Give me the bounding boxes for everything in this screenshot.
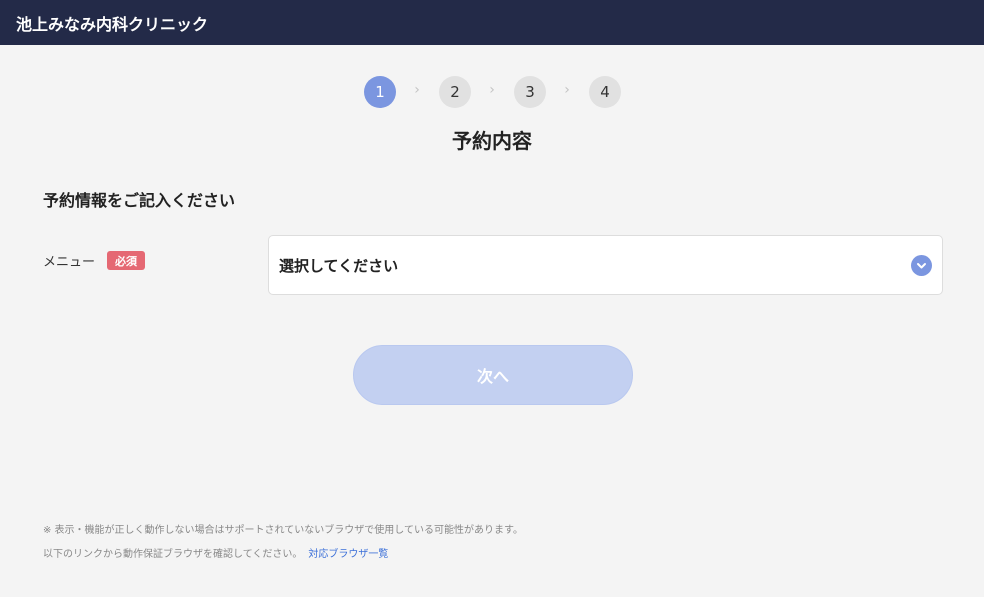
menu-label: メニュー [43,255,96,270]
step-number: 3 [525,83,535,101]
required-badge: 必須 [107,251,145,270]
step-number: 2 [450,83,460,101]
section-title: 予約情報をご記入ください [43,191,236,210]
progress-stepper: 1 › 2 › 3 › 4 [0,76,984,108]
browser-note-2: 以下のリンクから動作保証ブラウザを確認してください。 対応ブラウザ一覧 [43,545,388,560]
browser-note-text: 以下のリンクから動作保証ブラウザを確認してください。 [43,549,303,560]
page-title: 予約内容 [452,129,532,153]
step-4: 4 [589,76,621,108]
menu-select[interactable]: 選択してください [268,235,943,295]
app-header: 池上みなみ内科クリニック [0,0,984,45]
next-button[interactable]: 次へ [353,345,633,405]
step-3: 3 [514,76,546,108]
step-number: 4 [600,83,610,101]
step-1: 1 [364,76,396,108]
chevron-right-icon: › [489,82,495,98]
step-2: 2 [439,76,471,108]
browser-note: ※ 表示・機能が正しく動作しない場合はサポートされていないブラウザで使用している… [43,525,523,536]
chevron-right-icon: › [414,82,420,98]
step-number: 1 [375,83,385,101]
supported-browsers-link[interactable]: 対応ブラウザ一覧 [308,549,388,560]
clinic-title: 池上みなみ内科クリニック [16,14,209,34]
chevron-down-icon [911,255,932,276]
menu-select-value: 選択してください [279,256,399,275]
chevron-right-icon: › [564,82,570,98]
